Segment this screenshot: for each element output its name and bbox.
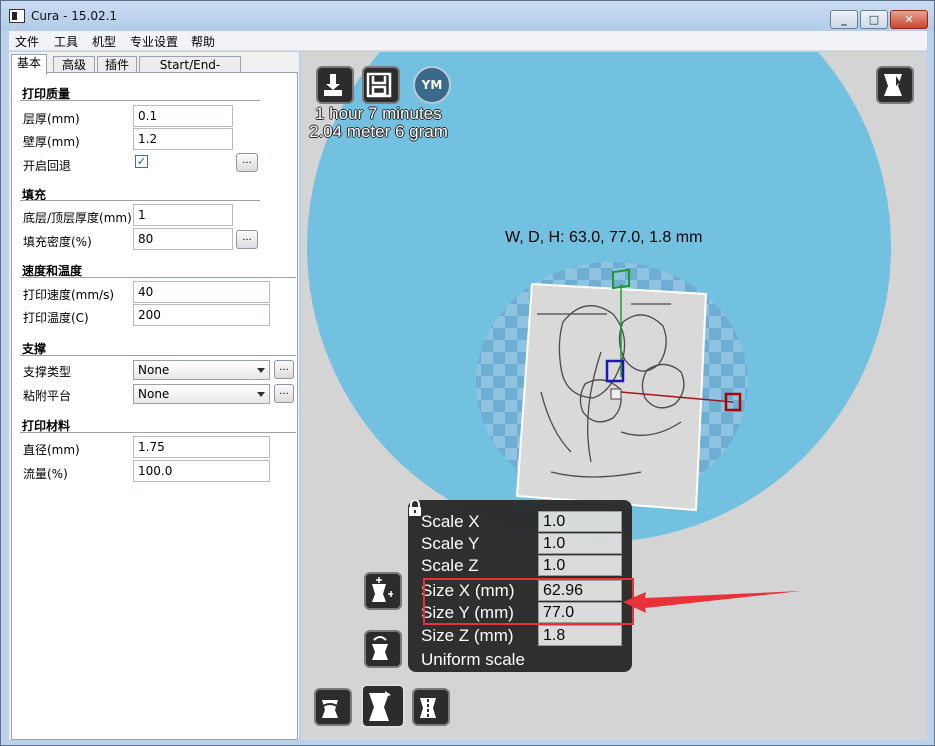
menu-tools[interactable]: 工具 bbox=[54, 33, 78, 50]
scale-z-row: Scale Z 1.0 bbox=[421, 555, 627, 577]
minimize-button[interactable]: _ bbox=[830, 10, 858, 29]
fill-density-input[interactable]: 80 bbox=[133, 228, 233, 250]
scale-tool-icon bbox=[372, 577, 393, 602]
maximize-icon: □ bbox=[868, 13, 880, 26]
scale-y-label: Scale Y bbox=[421, 534, 480, 553]
support-type-label: 支撑类型 bbox=[23, 365, 72, 379]
save-icon bbox=[366, 72, 392, 98]
model-dimensions-text: W, D, H: 63.0, 77.0, 1.8 mm bbox=[505, 229, 703, 246]
retraction-label: 开启回退 bbox=[23, 159, 72, 173]
mirror-mode-button[interactable] bbox=[412, 688, 450, 726]
flow-input[interactable]: 100.0 bbox=[133, 460, 270, 482]
scale-y-input[interactable]: 1.0 bbox=[538, 533, 622, 554]
title-bar[interactable]: Cura - 15.02.1 _ □ ✕ bbox=[1, 1, 934, 31]
scale-z-input[interactable]: 1.0 bbox=[538, 555, 622, 576]
diameter-label: 直径(mm) bbox=[23, 443, 80, 457]
shell-thickness-label: 壁厚(mm) bbox=[23, 135, 80, 149]
print-speed-input[interactable]: 40 bbox=[133, 281, 270, 303]
close-icon: ✕ bbox=[904, 13, 914, 26]
menu-machine[interactable]: 机型 bbox=[92, 33, 116, 50]
layer-height-label: 层厚(mm) bbox=[23, 112, 80, 126]
section-divider bbox=[20, 277, 296, 278]
load-icon bbox=[324, 74, 342, 96]
print-time-text: 1 hour 7 minutes bbox=[315, 104, 442, 123]
print-material-text: 2.04 meter 6 gram bbox=[309, 122, 448, 141]
scale-x-row: Scale X 1.0 bbox=[421, 511, 627, 533]
maximize-button[interactable]: □ bbox=[860, 10, 888, 29]
scale-mode-icon bbox=[369, 691, 391, 721]
cura-window: Cura - 15.02.1 _ □ ✕ 文件 工具 机型 专业设置 帮助 基本… bbox=[0, 0, 935, 746]
size-z-label: Size Z (mm) bbox=[421, 626, 514, 645]
scale-y-row: Scale Y 1.0 bbox=[421, 533, 627, 555]
section-divider bbox=[20, 432, 296, 433]
flow-label: 流量(%) bbox=[23, 467, 68, 481]
settings-tabs: 基本 高级 插件 Start/End-GCode bbox=[9, 54, 299, 89]
rotate-tool-icon bbox=[319, 700, 341, 718]
diameter-input[interactable]: 1.75 bbox=[133, 436, 270, 458]
scale-tool-button[interactable] bbox=[364, 572, 402, 610]
shell-thickness-input[interactable]: 1.2 bbox=[133, 128, 233, 150]
close-button[interactable]: ✕ bbox=[890, 10, 928, 29]
load-model-button[interactable] bbox=[316, 66, 354, 104]
basic-settings: 打印质量 层厚(mm) 0.1 壁厚(mm) 1.2 开启回退 ✓ ... 填充… bbox=[11, 72, 298, 740]
chevron-down-icon bbox=[257, 368, 265, 373]
bottom-top-input[interactable]: 1 bbox=[133, 204, 233, 226]
menu-file[interactable]: 文件 bbox=[15, 33, 39, 50]
menu-help[interactable]: 帮助 bbox=[191, 33, 215, 50]
support-type-value: None bbox=[138, 363, 170, 377]
adhesion-select[interactable]: None bbox=[133, 384, 270, 404]
menu-bar: 文件 工具 机型 专业设置 帮助 bbox=[9, 31, 927, 51]
support-more-button[interactable]: ... bbox=[274, 360, 294, 379]
view-mode-icon bbox=[884, 74, 902, 96]
size-z-row: Size Z (mm) 1.8 bbox=[421, 625, 627, 647]
support-type-select[interactable]: None bbox=[133, 360, 270, 380]
rotate-tool-button[interactable] bbox=[314, 688, 352, 726]
3d-viewport[interactable]: YM 1 hour 7 minutes 2.04 meter 6 gram W,… bbox=[301, 52, 927, 740]
uniform-scale-label: Uniform scale bbox=[421, 650, 525, 669]
app-icon bbox=[9, 9, 25, 23]
fill-density-label: 填充密度(%) bbox=[23, 235, 92, 249]
chevron-down-icon bbox=[257, 392, 265, 397]
adhesion-more-button[interactable]: ... bbox=[274, 384, 294, 403]
view-mode-button[interactable] bbox=[876, 66, 914, 104]
print-temperature-input[interactable]: 200 bbox=[133, 304, 270, 326]
minimize-icon: _ bbox=[841, 13, 847, 26]
scale-x-input[interactable]: 1.0 bbox=[538, 511, 622, 532]
mirror-tool-icon bbox=[372, 636, 388, 660]
window-title: Cura - 15.02.1 bbox=[31, 9, 118, 23]
menu-expert[interactable]: 专业设置 bbox=[130, 33, 178, 50]
print-temperature-label: 打印温度(C) bbox=[23, 311, 89, 325]
scale-z-label: Scale Z bbox=[421, 556, 479, 575]
section-divider bbox=[20, 200, 260, 201]
adhesion-value: None bbox=[138, 387, 170, 401]
bottom-top-label: 底层/顶层厚度(mm) bbox=[23, 211, 132, 225]
layer-height-input[interactable]: 0.1 bbox=[133, 105, 233, 127]
scale-mode-button[interactable] bbox=[361, 684, 405, 728]
uniform-scale-row: Uniform scale bbox=[421, 649, 627, 671]
lock-icon[interactable] bbox=[408, 500, 422, 516]
settings-panel: 基本 高级 插件 Start/End-GCode 打印质量 层厚(mm) 0.1… bbox=[9, 52, 299, 740]
section-divider bbox=[20, 100, 260, 101]
retraction-checkbox[interactable]: ✓ bbox=[135, 155, 148, 168]
save-gcode-button[interactable] bbox=[362, 66, 400, 104]
mirror-mode-icon bbox=[420, 694, 436, 720]
print-speed-label: 打印速度(mm/s) bbox=[23, 288, 115, 302]
size-z-input[interactable]: 1.8 bbox=[538, 625, 622, 646]
retraction-more-button[interactable]: ... bbox=[236, 153, 258, 172]
tab-basic[interactable]: 基本 bbox=[11, 54, 47, 75]
mirror-tool-button[interactable] bbox=[364, 630, 402, 668]
fill-more-button[interactable]: ... bbox=[236, 230, 258, 249]
scale-x-label: Scale X bbox=[421, 512, 480, 531]
highlight-box bbox=[423, 578, 634, 625]
adhesion-label: 粘附平台 bbox=[23, 389, 72, 403]
section-divider bbox=[20, 355, 296, 356]
youmagine-button[interactable]: YM bbox=[413, 66, 451, 104]
